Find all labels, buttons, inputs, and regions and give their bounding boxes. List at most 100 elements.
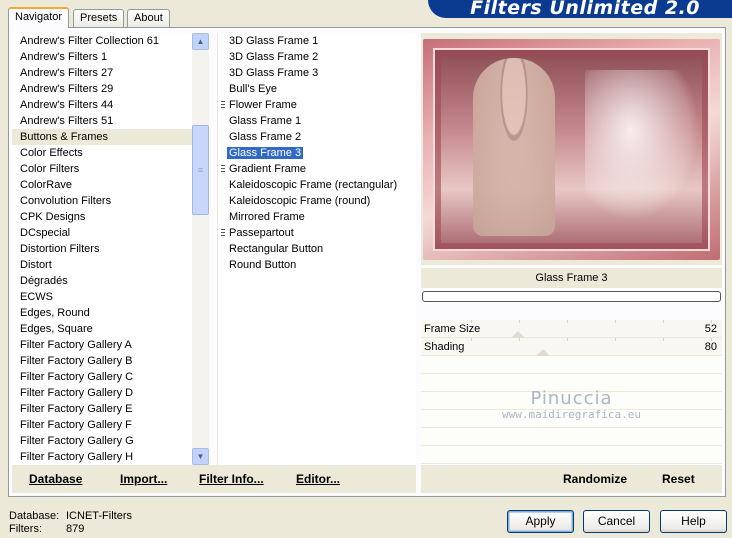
database-button[interactable]: Database — [29, 472, 82, 486]
title-bar: Filters Unlimited 2.0 — [428, 0, 732, 19]
watermark-url: www.maidiregrafica.eu — [501, 408, 642, 421]
filter-item[interactable]: 3D Glass Frame 3 — [218, 65, 416, 81]
category-item[interactable]: Andrew's Filter Collection 61 — [12, 33, 209, 49]
category-item[interactable]: Filter Factory Gallery H — [12, 449, 209, 465]
filter-item[interactable]: Bull's Eye — [218, 81, 416, 97]
filter-item[interactable]: Gradient Frame — [218, 161, 416, 177]
category-item[interactable]: Filter Factory Gallery G — [12, 433, 209, 449]
category-item[interactable]: Filter Factory Gallery E — [12, 401, 209, 417]
category-item[interactable]: Filter Factory Gallery D — [12, 385, 209, 401]
submenu-marker-icon — [221, 229, 225, 238]
filter-item[interactable]: Rectangular Button — [218, 241, 416, 257]
filter-item[interactable]: Glass Frame 3 — [218, 145, 416, 161]
slider-frame-size[interactable]: Frame Size 52 — [421, 320, 722, 338]
category-item[interactable]: DCspecial — [12, 225, 209, 241]
category-item[interactable]: Filter Factory Gallery C — [12, 369, 209, 385]
tab-presets[interactable]: Presets — [73, 9, 125, 27]
category-item[interactable]: Color Filters — [12, 161, 209, 177]
filter-label: Passepartout — [229, 227, 294, 239]
filter-label: 3D Glass Frame 3 — [229, 67, 319, 79]
filter-label: Glass Frame 3 — [227, 147, 304, 159]
preview-figure — [473, 58, 555, 236]
filter-label: Gradient Frame — [229, 163, 307, 175]
category-list[interactable]: Andrew's Filter Collection 61 Andrew's Fi… — [12, 33, 209, 465]
scroll-up-icon[interactable]: ▲ — [192, 33, 209, 50]
filter-item[interactable]: Glass Frame 2 — [218, 129, 416, 145]
status-filters-label: Filters: — [9, 523, 42, 535]
filter-label: 3D Glass Frame 2 — [229, 51, 319, 63]
category-item[interactable]: Andrew's Filters 1 — [12, 49, 209, 65]
editor-button[interactable]: Editor... — [296, 472, 340, 486]
filter-item[interactable]: Round Button — [218, 257, 416, 273]
category-item[interactable]: Color Effects — [12, 145, 209, 161]
filter-list[interactable]: 3D Glass Frame 1 3D Glass Frame 2 3D Glass… — [217, 33, 416, 465]
slider-shading[interactable]: Shading 80 — [421, 338, 722, 356]
slider-knob[interactable] — [536, 349, 551, 356]
category-item[interactable]: CPK Designs — [12, 209, 209, 225]
status-filters-count: 879 — [66, 523, 85, 535]
tab-about[interactable]: About — [127, 9, 170, 27]
status-database-value: ICNET-Filters — [66, 510, 132, 522]
progress-bar — [422, 291, 721, 302]
status-database-label: Database: — [9, 510, 60, 522]
scroll-down-icon[interactable]: ▼ — [192, 448, 209, 465]
filter-label: Kaleidoscopic Frame (round) — [229, 195, 371, 207]
reset-button[interactable]: Reset — [662, 472, 695, 486]
filter-item[interactable]: Mirrored Frame — [218, 209, 416, 225]
status-panel: Database: ICNET-Filters Filters: 879 — [9, 510, 132, 536]
category-item[interactable]: Andrew's Filters 44 — [12, 97, 209, 113]
cancel-button[interactable]: Cancel — [583, 510, 650, 533]
watermark: Pinuccia www.maidiregrafica.eu — [421, 388, 722, 421]
slider-value: 52 — [704, 323, 717, 335]
filter-label: Glass Frame 1 — [229, 115, 302, 127]
category-item[interactable]: Andrew's Filters 29 — [12, 81, 209, 97]
category-item[interactable]: Edges, Square — [12, 321, 209, 337]
import-button[interactable]: Import... — [120, 472, 167, 486]
watermark-name: Pinuccia — [530, 388, 613, 409]
slider-empty — [421, 428, 722, 446]
effect-name: Glass Frame 3 — [421, 268, 722, 288]
slider-empty — [421, 446, 722, 464]
filter-label: Mirrored Frame — [229, 211, 305, 223]
filter-item[interactable]: Glass Frame 1 — [218, 113, 416, 129]
scroll-thumb[interactable]: ≡ — [192, 125, 209, 215]
category-item[interactable]: Filter Factory Gallery B — [12, 353, 209, 369]
category-item[interactable]: Dégradés — [12, 273, 209, 289]
category-item[interactable]: Buttons & Frames — [12, 129, 209, 145]
category-item[interactable]: Distort — [12, 257, 209, 273]
category-scrollbar[interactable]: ▲ ≡ ▼ — [192, 33, 209, 465]
filter-label: Glass Frame 2 — [229, 131, 302, 143]
filter-item[interactable]: 3D Glass Frame 1 — [218, 33, 416, 49]
preview-frame-border — [433, 48, 710, 251]
filter-label: Round Button — [229, 259, 297, 271]
filter-label: 3D Glass Frame 1 — [229, 35, 319, 47]
category-item[interactable]: ColorRave — [12, 177, 209, 193]
help-button[interactable]: Help — [660, 510, 727, 533]
slider-empty — [421, 356, 722, 374]
category-item[interactable]: Andrew's Filters 27 — [12, 65, 209, 81]
category-item[interactable]: Edges, Round — [12, 305, 209, 321]
category-item[interactable]: Andrew's Filters 51 — [12, 113, 209, 129]
category-item[interactable]: ECWS — [12, 289, 209, 305]
filter-item[interactable]: Kaleidoscopic Frame (round) — [218, 193, 416, 209]
apply-button[interactable]: Apply — [507, 510, 574, 533]
filter-info-button[interactable]: Filter Info... — [199, 472, 264, 486]
slider-knob[interactable] — [510, 331, 525, 338]
preview-dancer — [585, 70, 700, 220]
category-item[interactable]: Convolution Filters — [12, 193, 209, 209]
filter-label: Kaleidoscopic Frame (rectangular) — [229, 179, 398, 191]
filter-item[interactable]: Flower Frame — [218, 97, 416, 113]
filter-label: Flower Frame — [229, 99, 297, 111]
preview-area — [421, 33, 722, 265]
category-item[interactable]: Distortion Filters — [12, 241, 209, 257]
randomize-button[interactable]: Randomize — [563, 472, 627, 486]
window-title: Filters Unlimited 2.0 — [470, 0, 700, 19]
category-item[interactable]: Filter Factory Gallery A — [12, 337, 209, 353]
category-item[interactable]: Filter Factory Gallery F — [12, 417, 209, 433]
filter-item[interactable]: Kaleidoscopic Frame (rectangular) — [218, 177, 416, 193]
filter-item[interactable]: 3D Glass Frame 2 — [218, 49, 416, 65]
preview-image — [423, 39, 720, 260]
tab-navigator[interactable]: Navigator — [8, 7, 70, 28]
slider-label: Frame Size — [424, 323, 481, 335]
filter-item[interactable]: Passepartout — [218, 225, 416, 241]
